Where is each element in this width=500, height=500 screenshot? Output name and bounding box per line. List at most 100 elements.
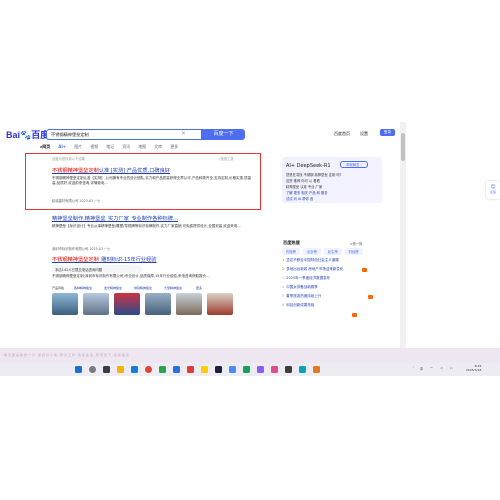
volume-icon[interactable]: ◁ xyxy=(440,366,442,370)
clock-date: 2025/3/18 xyxy=(466,368,482,372)
image-caption-1[interactable]: 各种精神堡垒 xyxy=(74,286,92,290)
hot-item[interactable]: 2 多地出台新政 房地产市场迎来新变化 xyxy=(282,267,343,272)
ai-line-0: 您是在寻找 不锈钢 精神堡垒 定制 吗? xyxy=(286,173,342,177)
app-icon[interactable] xyxy=(271,366,278,373)
hot-search-title: 百度热搜 xyxy=(283,240,300,245)
chrome-icon[interactable] xyxy=(145,366,152,373)
ai-line-2: 精神堡垒 认准 专业 厂家 xyxy=(286,185,323,189)
hot-item[interactable]: 4 中国女排备战新赛季 xyxy=(282,285,318,290)
title-keyword: 不锈钢精神堡垒定制 xyxy=(52,168,99,174)
app-icon[interactable] xyxy=(173,366,180,373)
result-desc-3: 不锈钢精神堡垒定制(深圳市标识制作有限公司)专业设计,品质保障,15年行业经验,… xyxy=(52,274,210,278)
tab-more[interactable]: 更多 xyxy=(170,144,178,150)
hot-rank: 3 xyxy=(282,276,285,280)
login-button[interactable]: 登录 xyxy=(380,129,395,136)
result-title-3[interactable]: 不锈钢精神堡垒定制_雕刻标识-15年行业经验 xyxy=(52,256,156,263)
tray-chevron-icon[interactable]: ⌃ xyxy=(412,366,415,370)
result-desc-2: 精神堡垒【标识设计】专业从事精神堡垒/雕塑/导视牌等标识标牌制作,实力厂家直销,… xyxy=(52,224,241,228)
refresh-label: 换一换 xyxy=(352,242,363,246)
hot-tab[interactable]: 热搜榜 xyxy=(282,248,300,255)
hot-item[interactable]: 1 坚定不移走中国特色社会主义道路 xyxy=(282,258,339,263)
app-icon[interactable] xyxy=(285,366,292,373)
app-icon[interactable] xyxy=(299,366,306,373)
app-icon[interactable] xyxy=(229,366,236,373)
task-view-icon[interactable] xyxy=(103,366,110,373)
product-images xyxy=(52,293,233,315)
baidu-logo[interactable]: Bai🐾百度 xyxy=(6,128,49,141)
browser-viewport: Bai🐾百度 不锈钢精神堡垒定制 × 百度一下 百度首页 设置 登录 ⌕网页 A… xyxy=(0,120,500,350)
hot-rank: 6 xyxy=(282,303,285,307)
tab-web[interactable]: ⌕网页 xyxy=(40,144,50,150)
result-desc-1: 不锈钢精神堡垒定制认准【实测】,公司拥有专业的设计团队,实力和产品质量获得业界认… xyxy=(52,176,252,185)
tab-news[interactable]: 资讯 xyxy=(122,144,130,150)
app-icon[interactable] xyxy=(243,366,250,373)
tab-images[interactable]: 图片 xyxy=(74,144,82,150)
consult-bar[interactable]: 本店142人已提交电话咨询问题 xyxy=(52,265,142,273)
site-label: 深圳市标识制作有限公司 2025-03 xyxy=(52,247,104,251)
wechat-icon[interactable] xyxy=(159,366,166,373)
tab-wenku[interactable]: 文库 xyxy=(154,144,162,150)
scrollbar-thumb[interactable] xyxy=(401,133,405,161)
product-image[interactable] xyxy=(83,293,109,315)
image-caption-0: 产品风格 xyxy=(52,286,65,290)
hot-tab[interactable]: 民生榜 xyxy=(323,248,342,255)
result-count: 百度为您找到以下结果 xyxy=(52,157,85,161)
tab-label: 网页 xyxy=(42,144,51,149)
tab-notes[interactable]: 笔记 xyxy=(106,144,114,150)
product-image[interactable] xyxy=(52,293,78,315)
search-button[interactable]: 百度一下 xyxy=(202,129,245,140)
product-image[interactable] xyxy=(176,293,202,315)
result-site-2[interactable]: 深圳市标识制作有限公司 2025-03 广告 xyxy=(52,246,110,251)
feedback-button[interactable]: ☺ 反馈 xyxy=(486,181,500,199)
result-site-1[interactable]: 精诚建材有限公司 2025-03 广告 xyxy=(52,198,100,203)
image-caption-2[interactable]: 发光精神堡垒 xyxy=(104,286,122,290)
hot-badge-icon xyxy=(362,268,367,272)
wps-icon[interactable] xyxy=(187,366,194,373)
product-image[interactable] xyxy=(114,293,140,315)
ai-box-title: AI+ DeepSeek-R1 xyxy=(286,163,331,169)
title-rest: 认准 [实测] 产品优质,口碑良好 xyxy=(98,168,170,174)
tab-map[interactable]: 地图 xyxy=(138,144,146,150)
hot-item[interactable]: 6 科技创新成果亮相 xyxy=(282,303,314,308)
search-tools-link[interactable]: ▽搜索工具 xyxy=(218,156,234,161)
edge-icon[interactable] xyxy=(131,366,138,373)
result-title-2[interactable]: 精神堡垒制作,精神堡垒_实力厂家_专业制作各种标牌... xyxy=(52,215,178,222)
tab-ai[interactable]: AI+ xyxy=(58,144,66,150)
header-link-home[interactable]: 百度首页 xyxy=(334,131,350,137)
ai-help-button[interactable]: 帮我解答 › xyxy=(340,161,368,168)
windows-start-icon[interactable] xyxy=(75,366,82,373)
ai-line-1: 这些 推荐 你可 以 看看 xyxy=(286,179,320,183)
hot-rank: 1 xyxy=(282,258,285,262)
hot-badge-icon xyxy=(352,313,357,317)
photoshop-icon[interactable] xyxy=(215,366,222,373)
app-icon[interactable] xyxy=(257,366,264,373)
ai-line-4[interactable]: 试试 问 AI 帮你 选 xyxy=(286,196,313,201)
app-icon[interactable] xyxy=(313,366,320,373)
ai-line-3[interactable]: 了解 更多 相关 产品 和 服务 xyxy=(286,190,328,195)
hot-item[interactable]: 3 2025年一季度经济数据发布 xyxy=(282,276,330,281)
file-explorer-icon[interactable] xyxy=(117,366,124,373)
product-image[interactable] xyxy=(145,293,171,315)
tab-video[interactable]: 视频 xyxy=(90,144,98,150)
product-image[interactable] xyxy=(207,293,233,315)
ime-indicator[interactable]: 中 xyxy=(420,366,423,371)
image-caption-4[interactable]: 大型精神堡垒 xyxy=(164,286,182,290)
notes-icon[interactable] xyxy=(201,366,208,373)
result-title-1[interactable]: 不锈钢精神堡垒定制认准 [实测] 产品优质,口碑良好 xyxy=(52,167,170,174)
clock[interactable]: 8:25 2025/3/18 xyxy=(466,364,481,372)
more-images-link[interactable]: 更多 xyxy=(196,286,202,290)
title-rest: _雕刻标识-15年行业经验 xyxy=(98,257,157,263)
refresh-link[interactable]: ⟳换一换 xyxy=(350,241,362,246)
feedback-label: 反馈 xyxy=(489,190,496,194)
hot-tab[interactable]: 北京榜 xyxy=(302,248,321,255)
header-link-settings[interactable]: 设置 xyxy=(360,131,368,137)
hot-tab[interactable]: 财经榜 xyxy=(344,248,363,255)
clear-icon[interactable]: × xyxy=(181,130,186,137)
site-label: 精诚建材有限公司 2025-03 xyxy=(52,199,94,203)
search-input[interactable]: 不锈钢精神堡垒定制 × xyxy=(46,129,202,140)
hot-item[interactable]: 5 春季旅游热度持续上升 xyxy=(282,294,321,299)
image-caption-3[interactable]: 地铁精神堡垒 xyxy=(134,286,152,290)
search-icon[interactable] xyxy=(89,366,96,373)
wifi-icon[interactable]: ◠ xyxy=(430,366,433,370)
battery-icon[interactable]: ▭ xyxy=(450,366,453,370)
